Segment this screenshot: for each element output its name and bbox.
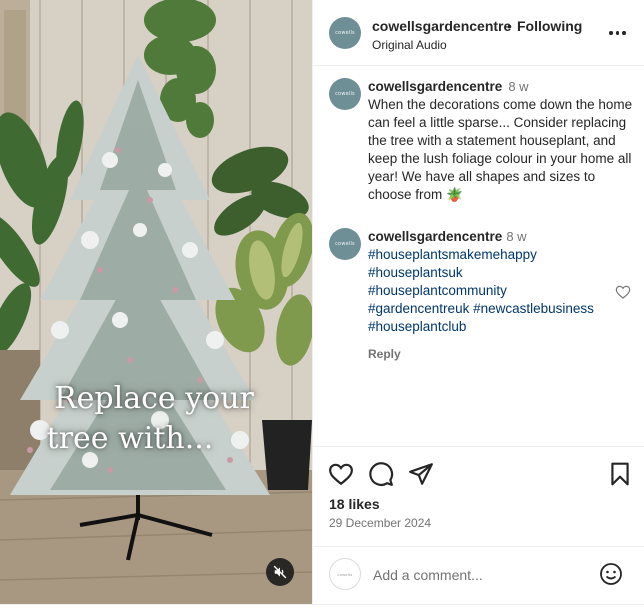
- more-dots-icon: [622, 31, 626, 35]
- comment-like-heart-icon[interactable]: [615, 284, 631, 300]
- emoji-icon[interactable]: [599, 562, 623, 586]
- more-dots-icon: [615, 31, 619, 35]
- post-media[interactable]: Replace your tree with...: [0, 0, 312, 604]
- comment-time[interactable]: 8 w: [506, 229, 526, 244]
- mute-button[interactable]: [266, 558, 294, 586]
- following-button[interactable]: Following: [517, 18, 582, 34]
- hashtag-link[interactable]: #gardencentreuk: [368, 301, 469, 316]
- overlay-text-line1: Replace your: [54, 381, 254, 416]
- hashtag-link[interactable]: #houseplantsuk: [368, 264, 628, 282]
- audio-link[interactable]: Original Audio: [372, 38, 447, 52]
- hashtag-link[interactable]: #houseplantclub: [368, 318, 628, 336]
- comment-username[interactable]: cowellsgardencentre: [368, 229, 502, 244]
- caption-avatar[interactable]: cowells: [329, 78, 361, 110]
- avatar-logo-text: cowells: [337, 571, 353, 577]
- header-username[interactable]: cowellsgardencentre: [372, 18, 511, 34]
- hashtag-link[interactable]: #newcastlebusiness: [473, 301, 594, 316]
- avatar-logo-text: cowells: [335, 241, 355, 247]
- comment-bubble-icon[interactable]: [368, 461, 394, 487]
- post-date: 29 December 2024: [329, 516, 432, 530]
- current-user-avatar: cowells: [329, 558, 361, 590]
- caption-header: cowellsgardencentre 8 w: [368, 79, 529, 94]
- avatar-logo-text: cowells: [335, 30, 355, 36]
- instagram-post-view: Replace your tree with... cowells cowell…: [0, 0, 644, 614]
- hashtag-link[interactable]: #houseplantcommunity: [368, 282, 628, 300]
- caption-time[interactable]: 8 w: [508, 79, 528, 94]
- speaker-muted-icon: [273, 565, 287, 579]
- heart-icon[interactable]: [328, 461, 354, 487]
- likes-count[interactable]: 18 likes: [329, 496, 380, 512]
- post-side-panel: cowells cowellsgardencentre • Following …: [312, 0, 644, 604]
- comment-header: cowellsgardencentre 8 w: [368, 229, 527, 244]
- post-header: cowells cowellsgardencentre • Following …: [313, 0, 644, 66]
- add-comment-input[interactable]: [373, 565, 593, 585]
- overlay-text-line2: tree with...: [46, 421, 214, 456]
- hashtag-list: #houseplantsmakemehappy #houseplantsuk #…: [368, 246, 628, 336]
- reply-button[interactable]: Reply: [368, 347, 401, 361]
- header-separator: •: [507, 18, 512, 34]
- hashtag-link[interactable]: #houseplantsmakemehappy: [368, 246, 628, 264]
- avatar[interactable]: cowells: [329, 17, 361, 49]
- add-comment-bar: cowells: [313, 546, 644, 604]
- bookmark-icon[interactable]: [607, 461, 633, 487]
- bottom-edge: [0, 604, 644, 614]
- caption-username[interactable]: cowellsgardencentre: [368, 79, 502, 94]
- send-icon[interactable]: [408, 461, 434, 487]
- comment-avatar[interactable]: cowells: [329, 228, 361, 260]
- post-actions: 18 likes 29 December 2024: [313, 446, 644, 546]
- media-scene: [0, 0, 312, 604]
- more-options-button[interactable]: [609, 23, 631, 43]
- more-dots-icon: [609, 31, 613, 35]
- avatar-logo-text: cowells: [335, 91, 355, 97]
- caption-text: When the decorations come down the home …: [368, 97, 633, 202]
